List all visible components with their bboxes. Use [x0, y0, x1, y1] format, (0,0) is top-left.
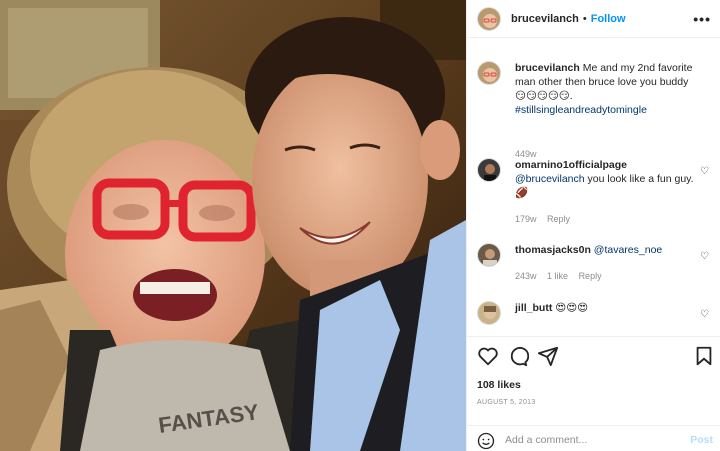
- caption-hashtag[interactable]: #stillsingleandreadytomingle: [515, 104, 647, 116]
- caption-username[interactable]: brucevilanch: [515, 62, 580, 74]
- emoji-smile-icon[interactable]: [477, 432, 495, 450]
- comment-item: omarnino1officialpage @brucevilanch you …: [477, 158, 717, 228]
- comment-item: thomasjacks0n @tavares_noe 243w 1 like R…: [477, 243, 717, 287]
- reply-button[interactable]: Reply: [547, 214, 570, 224]
- author-avatar[interactable]: [477, 6, 501, 31]
- comment-mention[interactable]: @brucevilanch: [515, 173, 585, 185]
- post-photo[interactable]: FANTASY: [0, 0, 466, 451]
- comment-time[interactable]: 243w: [515, 271, 537, 281]
- comment-username[interactable]: thomasjacks0n: [515, 244, 591, 256]
- caption-text: brucevilanch Me and my 2nd favorite man …: [515, 61, 695, 117]
- like-heart-icon[interactable]: [477, 345, 499, 367]
- heart-icon[interactable]: ♡: [700, 251, 709, 262]
- post-panel: brucevilanch • Follow ••• brucevilanch M…: [466, 0, 720, 451]
- caption: brucevilanch Me and my 2nd favorite man …: [477, 61, 717, 171]
- separator-dot: •: [582, 12, 587, 25]
- reply-button[interactable]: Reply: [579, 271, 602, 281]
- comment-likes[interactable]: 1 like: [547, 271, 568, 281]
- post-date[interactable]: AUGUST 5, 2013: [477, 399, 536, 406]
- comment-username[interactable]: omarnino1officialpage: [515, 159, 627, 171]
- comment-text: omarnino1officialpage @brucevilanch you …: [515, 158, 695, 200]
- author-username[interactable]: brucevilanch: [511, 13, 579, 25]
- comment-mention[interactable]: @tavares_noe: [594, 244, 662, 256]
- share-send-icon[interactable]: [537, 345, 559, 367]
- post-image: FANTASY: [0, 0, 466, 451]
- comment-item: jill_butt 😍😍😍 ♡: [477, 301, 717, 335]
- comment-text: jill_butt 😍😍😍: [515, 301, 695, 315]
- heart-icon[interactable]: ♡: [700, 166, 709, 177]
- likes-count[interactable]: 108 likes: [477, 379, 521, 391]
- post-header: brucevilanch • Follow •••: [467, 0, 720, 38]
- comments-list[interactable]: brucevilanch Me and my 2nd favorite man …: [467, 39, 720, 335]
- post-button[interactable]: Post: [690, 434, 713, 446]
- commenter-avatar[interactable]: [477, 158, 501, 182]
- comment-meta: 179w Reply: [515, 214, 578, 224]
- actions-section: 108 likes AUGUST 5, 2013 Post: [467, 336, 720, 451]
- comment-input[interactable]: [505, 432, 675, 448]
- commenter-avatar[interactable]: [477, 243, 501, 267]
- follow-button[interactable]: Follow: [591, 13, 626, 25]
- more-options-icon[interactable]: •••: [693, 11, 711, 27]
- comment-time[interactable]: 179w: [515, 214, 537, 224]
- comment-bubble-icon[interactable]: [507, 345, 530, 367]
- comment-username[interactable]: jill_butt: [515, 302, 552, 314]
- bookmark-icon[interactable]: [693, 345, 715, 367]
- comment-body: 😍😍😍: [555, 302, 589, 314]
- commenter-avatar[interactable]: [477, 301, 501, 325]
- add-comment-bar: Post: [467, 425, 720, 451]
- caption-avatar[interactable]: [477, 61, 501, 85]
- comment-text: thomasjacks0n @tavares_noe: [515, 243, 695, 257]
- comment-meta: 243w 1 like Reply: [515, 271, 610, 281]
- action-bar: [475, 345, 715, 369]
- heart-icon[interactable]: ♡: [700, 309, 709, 320]
